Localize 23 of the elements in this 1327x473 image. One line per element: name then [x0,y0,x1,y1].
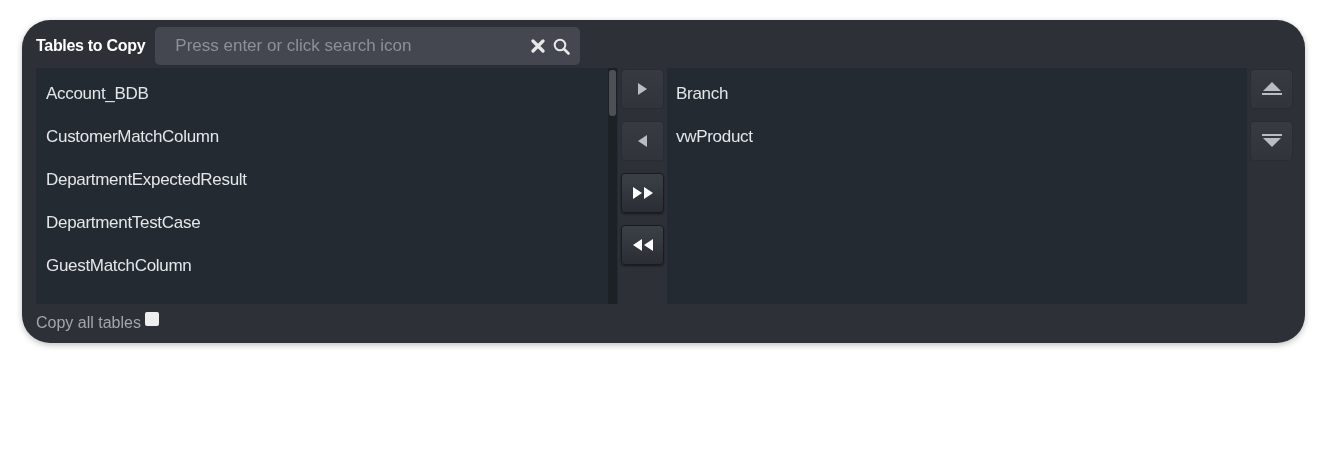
table-item[interactable]: Account_BDB [36,72,618,115]
table-item[interactable]: DepartmentExpectedResult [36,158,618,201]
move-button[interactable] [621,173,664,213]
table-item[interactable]: Branch [667,72,1247,115]
move-down-icon [1261,134,1282,148]
scrollbar-thumb[interactable] [609,70,616,116]
move-button[interactable] [621,225,664,265]
table-item[interactable]: GuestMatchColumn [36,244,618,287]
search-input[interactable]: Press enter or click search icon [173,35,524,57]
double-right-icon [632,187,653,199]
play-left-icon [638,135,647,147]
table-item[interactable]: DepartmentTestCase [36,201,618,244]
clear-icon[interactable] [531,39,546,53]
search-field[interactable]: Press enter or click search icon [155,27,581,65]
table-item[interactable]: CustomerMatchColumn [36,115,618,158]
search-icon[interactable] [553,37,571,55]
double-left-icon [632,239,653,251]
play-right-icon [638,83,647,95]
move-up-icon [1261,82,1282,96]
table-item[interactable]: vwProduct [667,115,1247,158]
section-title: Tables to Copy [36,37,146,55]
copy-all-label: Copy all tables [36,314,141,332]
copy-all-checkbox[interactable] [144,312,159,326]
